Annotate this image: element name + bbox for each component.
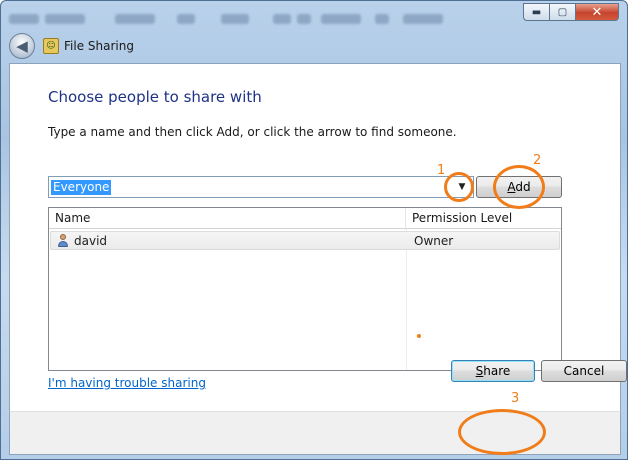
title-bar: ◀ ☺ File Sharing bbox=[9, 31, 134, 61]
annotation-number-3: 3 bbox=[511, 391, 520, 406]
back-button[interactable]: ◀ bbox=[9, 33, 35, 59]
dialog-footer bbox=[9, 411, 621, 455]
dropdown-arrow-icon: ▼ bbox=[458, 182, 466, 192]
share-list[interactable]: Name Permission Level david Owner bbox=[48, 207, 562, 371]
column-divider bbox=[406, 229, 407, 370]
window-title: File Sharing bbox=[64, 39, 134, 53]
annotation-number-1: 1 bbox=[437, 163, 446, 178]
add-button-label: Add bbox=[507, 180, 531, 194]
close-icon: ✕ bbox=[591, 4, 603, 20]
page-title: Choose people to share with bbox=[48, 88, 262, 106]
close-button[interactable]: ✕ bbox=[575, 3, 619, 21]
dialog-content: Choose people to share with Type a name … bbox=[9, 63, 621, 411]
cancel-button[interactable]: Cancel bbox=[541, 360, 627, 382]
file-sharing-icon: ☺ bbox=[43, 38, 59, 54]
column-header-name[interactable]: Name bbox=[49, 208, 406, 228]
back-arrow-icon: ◀ bbox=[16, 37, 28, 55]
instructions-text: Type a name and then click Add, or click… bbox=[48, 125, 457, 139]
background-toolbar-blur bbox=[5, 9, 505, 29]
share-button-label: Share bbox=[475, 364, 511, 378]
user-permission[interactable]: Owner bbox=[414, 233, 453, 249]
window-controls: ▬ ▢ ✕ bbox=[523, 3, 619, 21]
name-input-value: Everyone bbox=[51, 180, 112, 195]
column-header-permission[interactable]: Permission Level bbox=[406, 208, 561, 228]
minimize-icon: ▬ bbox=[531, 6, 542, 18]
share-button[interactable]: Share bbox=[451, 360, 535, 382]
annotation-dot bbox=[417, 334, 421, 338]
minimize-button[interactable]: ▬ bbox=[523, 3, 549, 21]
name-combo-box[interactable]: Everyone ▼ bbox=[48, 176, 474, 198]
dropdown-arrow-button[interactable]: ▼ bbox=[452, 178, 472, 196]
window-frame: ▬ ▢ ✕ ◀ ☺ File Sharing Choose people to … bbox=[0, 0, 628, 460]
list-item[interactable]: david Owner bbox=[50, 231, 560, 250]
user-name: david bbox=[74, 234, 108, 248]
list-header: Name Permission Level bbox=[49, 208, 561, 229]
maximize-icon: ▢ bbox=[557, 6, 568, 18]
annotation-number-2: 2 bbox=[533, 153, 542, 168]
add-button[interactable]: Add bbox=[476, 176, 562, 198]
maximize-button[interactable]: ▢ bbox=[549, 3, 575, 21]
trouble-sharing-link[interactable]: I'm having trouble sharing bbox=[48, 376, 206, 390]
user-icon bbox=[56, 233, 70, 248]
